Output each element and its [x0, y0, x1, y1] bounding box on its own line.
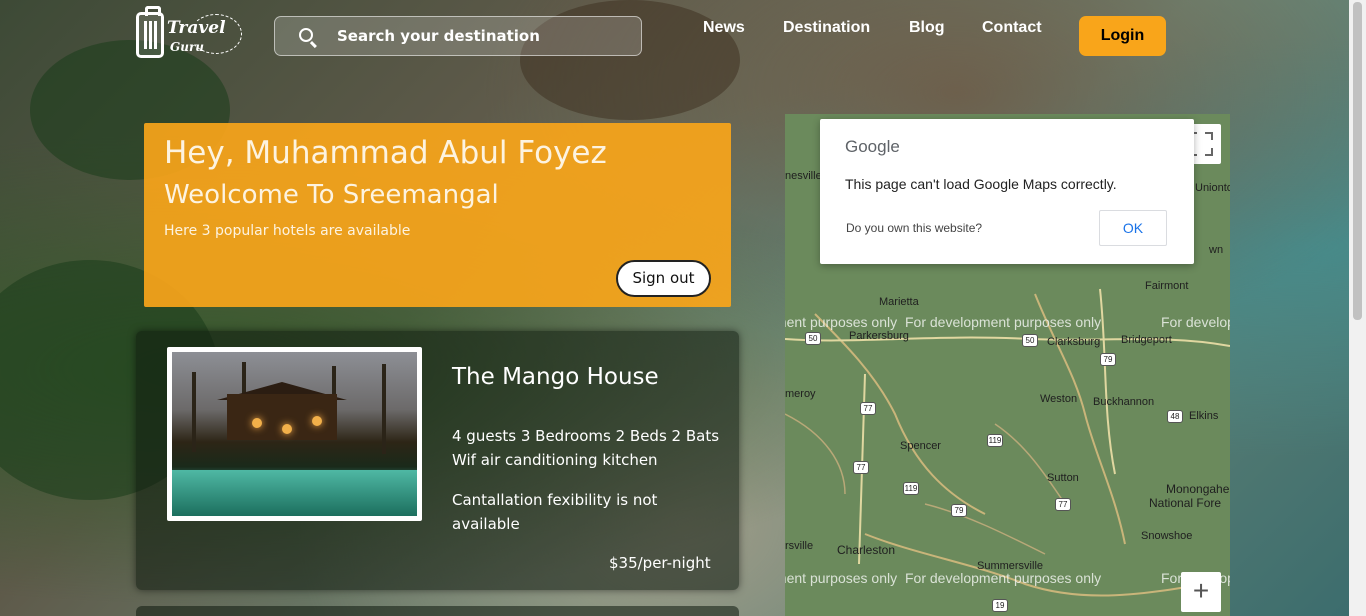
hotel-features: 4 guests 3 Bedrooms 2 Beds 2 Bats: [452, 427, 720, 445]
highway-shield: 79: [951, 504, 967, 517]
hotel-card[interactable]: The Mango House 4 guests 3 Bedrooms 2 Be…: [136, 331, 739, 590]
map-place: Bridgeport: [1121, 334, 1172, 346]
map-place: Weston: [1040, 393, 1078, 405]
map-place: Monongahela: [1166, 482, 1230, 496]
maps-error-dialog: Google This page can't load Google Maps …: [820, 119, 1194, 264]
highway-shield: 77: [853, 461, 869, 474]
map-place: Spencer: [900, 440, 941, 452]
highway-shield: 119: [903, 482, 919, 495]
nav-contact[interactable]: Contact: [982, 19, 1042, 37]
login-button[interactable]: Login: [1079, 16, 1166, 56]
map-place: Parkersburg: [849, 330, 909, 342]
map-place: Snowshoe: [1141, 530, 1193, 542]
hotel-amenities: Wif air canditioning kitchen: [452, 451, 658, 469]
map-place: wn: [1209, 244, 1224, 256]
logo-text-guru: Guru: [170, 40, 205, 54]
map-place: Marietta: [879, 296, 919, 308]
search-input[interactable]: Search your destination: [337, 27, 540, 45]
dev-notice: For development purposes only: [1161, 314, 1230, 330]
map-place: Elkins: [1189, 410, 1219, 422]
map-place: Charleston: [837, 543, 896, 557]
map-place: Clarksburg: [1047, 336, 1101, 348]
own-website-link[interactable]: Do you own this website?: [846, 221, 982, 235]
hotel-card-next[interactable]: [136, 606, 739, 616]
search-box[interactable]: Search your destination: [274, 16, 642, 56]
hotel-image: [167, 347, 422, 521]
hotel-cancellation-line2: available: [452, 515, 520, 533]
map-place: Sutton: [1047, 472, 1079, 484]
map-place: nesville: [785, 170, 822, 182]
zoom-in-button[interactable]: +: [1181, 572, 1221, 612]
page-scrollbar[interactable]: [1349, 0, 1366, 616]
dev-notice: For development purposes only: [785, 314, 898, 330]
maps-error-message: This page can't load Google Maps correct…: [845, 176, 1117, 192]
hotel-cancellation-line1: Cantallation fexibility is not: [452, 491, 658, 509]
search-icon: [299, 28, 313, 42]
ok-button[interactable]: OK: [1099, 210, 1167, 246]
scrollbar-thumb[interactable]: [1353, 2, 1362, 320]
highway-shield: 50: [1022, 334, 1038, 347]
highway-shield: 50: [805, 332, 821, 345]
highway-shield: 19: [992, 599, 1008, 612]
map-place: Fairmont: [1145, 280, 1189, 292]
dev-notice: For development purposes only: [905, 570, 1102, 586]
greeting-heading: Hey, Muhammad Abul Foyez: [164, 135, 607, 171]
logo-text-travel: Travel: [167, 18, 226, 38]
suitcase-icon: [136, 6, 164, 58]
highway-shield: 119: [987, 434, 1003, 447]
highway-shield: 48: [1167, 410, 1183, 423]
welcome-subtitle: Weolcome To Sreemangal: [164, 180, 499, 210]
highway-shield: 79: [1100, 353, 1116, 366]
map-place: rsville: [785, 540, 814, 552]
welcome-card: Hey, Muhammad Abul Foyez Weolcome To Sre…: [144, 123, 731, 307]
dev-notice: For development purposes only: [905, 314, 1102, 330]
sign-out-button[interactable]: Sign out: [616, 260, 711, 297]
hotels-available-text: Here 3 popular hotels are available: [164, 223, 411, 239]
hotel-price: $35/per-night: [609, 554, 711, 572]
map-place: meroy: [785, 388, 816, 400]
travel-guru-logo[interactable]: Travel Guru: [134, 6, 246, 62]
dev-notice: For development purposes only: [785, 570, 898, 586]
highway-shield: 77: [860, 402, 876, 415]
nav-news[interactable]: News: [703, 19, 745, 37]
highway-shield: 77: [1055, 498, 1071, 511]
hotel-name: The Mango House: [452, 364, 659, 390]
nav-destination[interactable]: Destination: [783, 19, 870, 37]
map-place: Uniontow: [1195, 182, 1230, 194]
map-place: National Fore: [1149, 496, 1222, 510]
map-place: Buckhannon: [1093, 396, 1155, 408]
google-wordmark: Google: [845, 137, 900, 156]
nav-blog[interactable]: Blog: [909, 19, 945, 37]
